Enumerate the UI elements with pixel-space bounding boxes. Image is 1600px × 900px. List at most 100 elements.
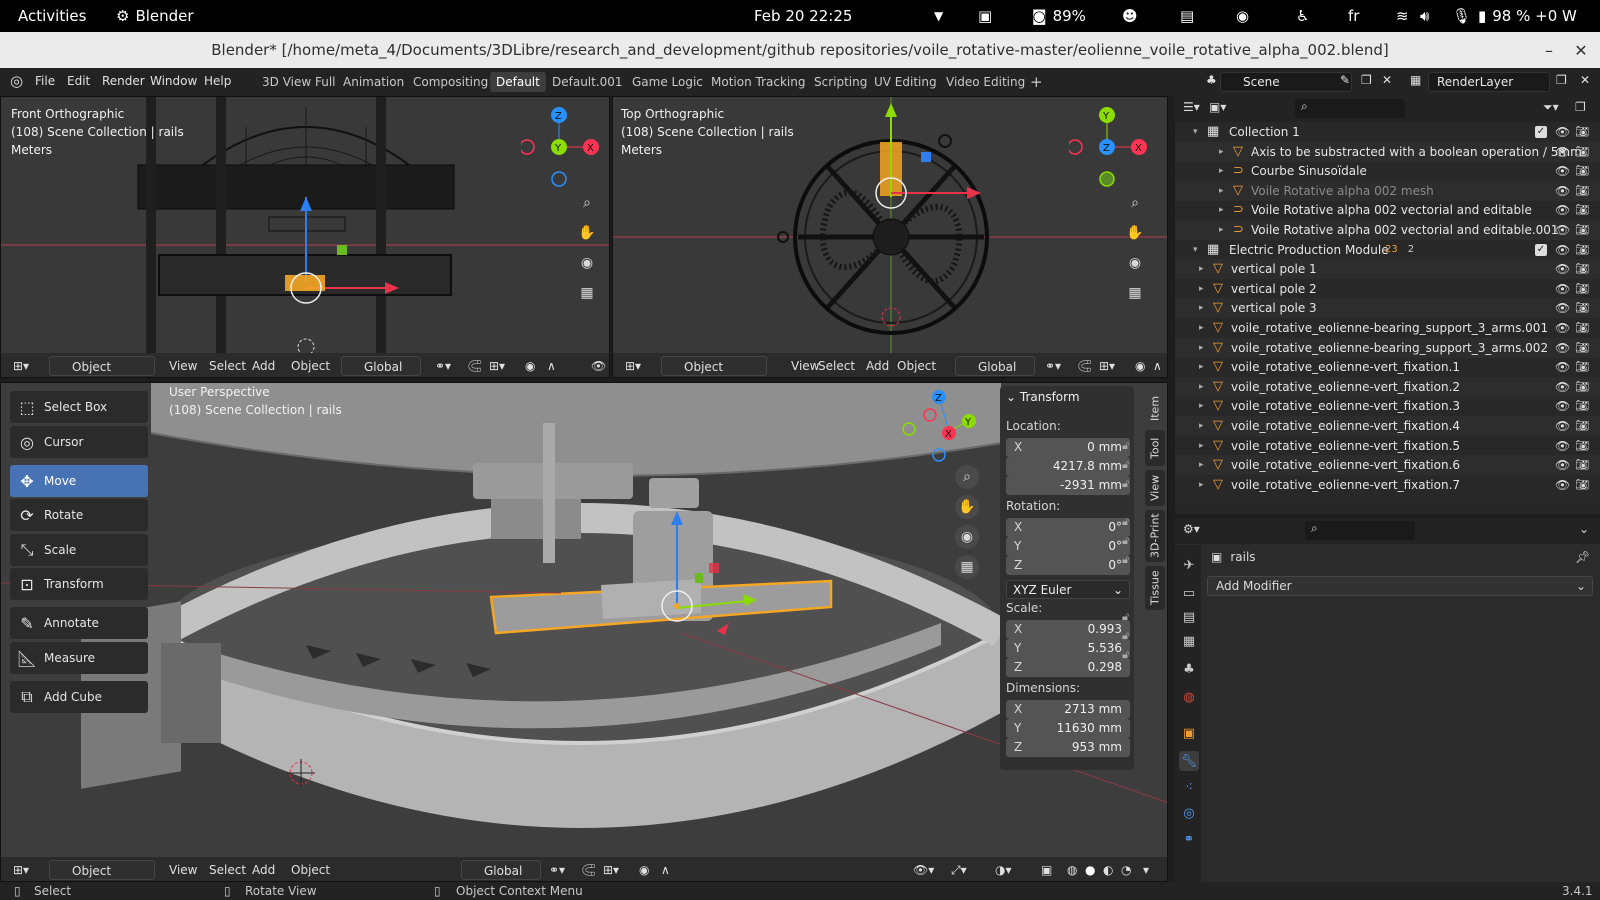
outliner-row[interactable]: ▸ ⊃ Courbe Sinusoïdale 👁︎ 📷︎: [1175, 161, 1600, 181]
new-collection-icon[interactable]: ❐: [1575, 100, 1586, 114]
expand-toggle-icon[interactable]: ▸: [1199, 357, 1204, 377]
tab-game-logic[interactable]: Game Logic: [626, 72, 709, 92]
outliner-row[interactable]: ▸ ▽ vertical pole 3 👁︎ 📷︎: [1175, 298, 1600, 319]
mode-selector[interactable]: Object Mode: [661, 356, 767, 376]
pivot-icon[interactable]: ⚭▾: [435, 356, 451, 376]
visibility-eye-icon[interactable]: 👁︎: [1555, 161, 1570, 181]
visibility-icon[interactable]: 👁︎: [591, 356, 606, 376]
exclude-checkbox[interactable]: ✓: [1535, 126, 1547, 138]
visibility-eye-icon[interactable]: 👁︎: [1555, 298, 1570, 318]
blender-logo-icon[interactable]: ◎: [10, 72, 23, 90]
outliner-row[interactable]: ▸ ▽ Voile Rotative alpha 002 mesh 👁︎ 📷︎: [1175, 180, 1600, 201]
app-indicator-icon[interactable]: ◉: [1236, 0, 1249, 32]
menu-view[interactable]: View: [169, 356, 197, 376]
tab-animation[interactable]: Animation: [337, 72, 410, 92]
ortho-grid-icon[interactable]: ▦: [575, 281, 599, 305]
camera-view-icon[interactable]: ◉: [955, 525, 979, 549]
visibility-eye-icon[interactable]: 👁︎: [1555, 240, 1570, 260]
editor-type-icon[interactable]: ⊞▾: [625, 356, 641, 376]
editor-type-icon[interactable]: ⚙▾: [1183, 522, 1200, 536]
mode-selector[interactable]: Object Mode: [49, 860, 155, 880]
proportional-edit-icon[interactable]: ◉: [639, 860, 649, 880]
outliner-row[interactable]: ▸ ⊃ Voile Rotative alpha 002 vectorial and…: [1175, 220, 1600, 240]
camera-view-icon[interactable]: ◉: [1123, 251, 1147, 275]
menu-add[interactable]: Add: [252, 860, 275, 880]
visibility-eye-icon[interactable]: 👁︎: [1555, 279, 1570, 299]
wifi-icon[interactable]: ≋: [1396, 0, 1409, 32]
outliner-row[interactable]: ▸ ▽ Axis to be substracted with a boolean …: [1175, 141, 1600, 162]
location-y-field[interactable]: 4217.8 mm: [1006, 457, 1130, 476]
lock-icons[interactable]: 🔓︎ 🔓︎ 🔓︎ 🔓︎ 🔓︎ 🔓︎ 🔓︎ 🔓︎ 🔓︎: [1122, 436, 1129, 664]
tool-rotate[interactable]: ⟳ Rotate: [10, 499, 148, 531]
viewport-front-ortho[interactable]: Front Orthographic (108) Scene Collectio…: [0, 96, 610, 378]
tab-default[interactable]: Default: [490, 72, 546, 92]
proportional-edit-icon[interactable]: ◉: [525, 356, 535, 376]
expand-toggle-icon[interactable]: ▸: [1199, 259, 1204, 279]
pan-hand-icon[interactable]: ✋: [1123, 221, 1147, 245]
gizmo-toggle-icon[interactable]: ⤢▾: [951, 860, 967, 880]
tool-settings-tab-icon[interactable]: ✈: [1179, 555, 1199, 575]
outliner-row[interactable]: ▸ ▽ voile_rotative_eolienne-vert_fixation.…: [1175, 376, 1600, 397]
dimension-x-field[interactable]: X 2713 mm: [1006, 700, 1130, 719]
render-camera-icon[interactable]: 📷︎: [1575, 396, 1589, 416]
rotation-y-field[interactable]: Y 0°: [1006, 537, 1130, 556]
render-camera-icon[interactable]: 📷︎: [1575, 181, 1589, 201]
add-workspace-icon[interactable]: +: [1024, 72, 1049, 92]
pivot-icon[interactable]: ⚭▾: [549, 860, 565, 880]
tab-item[interactable]: Item: [1145, 390, 1165, 426]
expand-toggle-icon[interactable]: ▸: [1219, 181, 1224, 201]
camera-view-icon[interactable]: ◉: [575, 251, 599, 275]
menu-edit[interactable]: Edit: [67, 74, 90, 88]
tab-motion-tracking[interactable]: Motion Tracking: [705, 72, 811, 92]
viewport-user-perspective[interactable]: User Perspective (108) Scene Collection …: [0, 382, 1168, 882]
expand-toggle-icon[interactable]: ▸: [1199, 396, 1204, 416]
zoom-icon[interactable]: ⌕: [575, 191, 599, 215]
rotation-z-field[interactable]: Z 0°: [1006, 556, 1130, 575]
visibility-eye-icon[interactable]: 👁︎: [1555, 122, 1570, 142]
pan-hand-icon[interactable]: ✋: [575, 221, 599, 245]
tab-video-editing[interactable]: Video Editing: [940, 72, 1031, 92]
shading-solid-icon[interactable]: ●: [1085, 860, 1095, 880]
render-camera-icon[interactable]: 📷︎: [1575, 259, 1589, 279]
visibility-eye-icon[interactable]: 👁︎: [1555, 396, 1570, 416]
options-chevron-icon[interactable]: ⌄: [1579, 522, 1589, 536]
visibility-eye-icon[interactable]: 👁︎: [1555, 357, 1570, 377]
new-view-layer-icon[interactable]: ❐: [1556, 73, 1567, 87]
shading-rendered-icon[interactable]: ◔: [1121, 860, 1131, 880]
tab-uv-editing[interactable]: UV Editing: [868, 72, 943, 92]
tool-scale[interactable]: ⤡ Scale: [10, 534, 148, 566]
expand-toggle-icon[interactable]: ▾: [1193, 240, 1198, 260]
render-camera-icon[interactable]: 📷︎: [1575, 220, 1589, 240]
physics-tab-icon[interactable]: ◎: [1179, 803, 1199, 823]
navigation-gizmo[interactable]: Y Z X: [1069, 107, 1149, 187]
dimension-z-field[interactable]: Z 953 mm: [1006, 738, 1130, 757]
menu-select[interactable]: Select: [209, 860, 246, 880]
microphone-icon[interactable]: 🎙︎: [1452, 0, 1471, 32]
falloff-icon[interactable]: ∧: [661, 860, 670, 880]
visibility-eye-icon[interactable]: 👁︎: [1555, 455, 1570, 475]
visibility-eye-icon[interactable]: 👁︎: [1555, 142, 1570, 162]
visibility-eye-icon[interactable]: 👁︎: [1555, 377, 1570, 397]
expand-toggle-icon[interactable]: ▾: [1193, 122, 1198, 142]
render-camera-icon[interactable]: 📷︎: [1575, 161, 1589, 181]
render-camera-icon[interactable]: 📷︎: [1575, 279, 1589, 299]
visibility-icon[interactable]: 👁︎▾: [913, 860, 934, 880]
window-title-bar[interactable]: Blender* [/home/meta_4/Documents/3DLibre…: [0, 32, 1600, 68]
shading-wireframe-icon[interactable]: ◍: [1067, 860, 1077, 880]
expand-toggle-icon[interactable]: ▸: [1219, 220, 1224, 240]
proportional-edit-icon[interactable]: ◉: [1135, 356, 1145, 376]
render-camera-icon[interactable]: 📷︎: [1575, 318, 1589, 338]
pivot-icon[interactable]: ⚭▾: [1045, 356, 1061, 376]
dropdown-arrow-icon[interactable]: ▼: [934, 0, 943, 32]
shading-options-icon[interactable]: ▾: [1143, 860, 1149, 880]
menu-add[interactable]: Add: [866, 356, 889, 376]
scale-z-field[interactable]: Z 0.298: [1006, 658, 1130, 677]
shading-material-icon[interactable]: ◐: [1103, 860, 1113, 880]
ortho-grid-icon[interactable]: ▦: [1123, 281, 1147, 305]
menu-select[interactable]: Select: [818, 356, 855, 376]
render-camera-icon[interactable]: 📷︎: [1575, 357, 1589, 377]
tool-measure[interactable]: 📐︎ Measure: [10, 642, 148, 674]
remove-view-layer-icon[interactable]: ✕: [1580, 73, 1590, 87]
render-tab-icon[interactable]: ▭: [1179, 583, 1199, 603]
navigation-gizmo[interactable]: Y Z X: [521, 107, 601, 187]
